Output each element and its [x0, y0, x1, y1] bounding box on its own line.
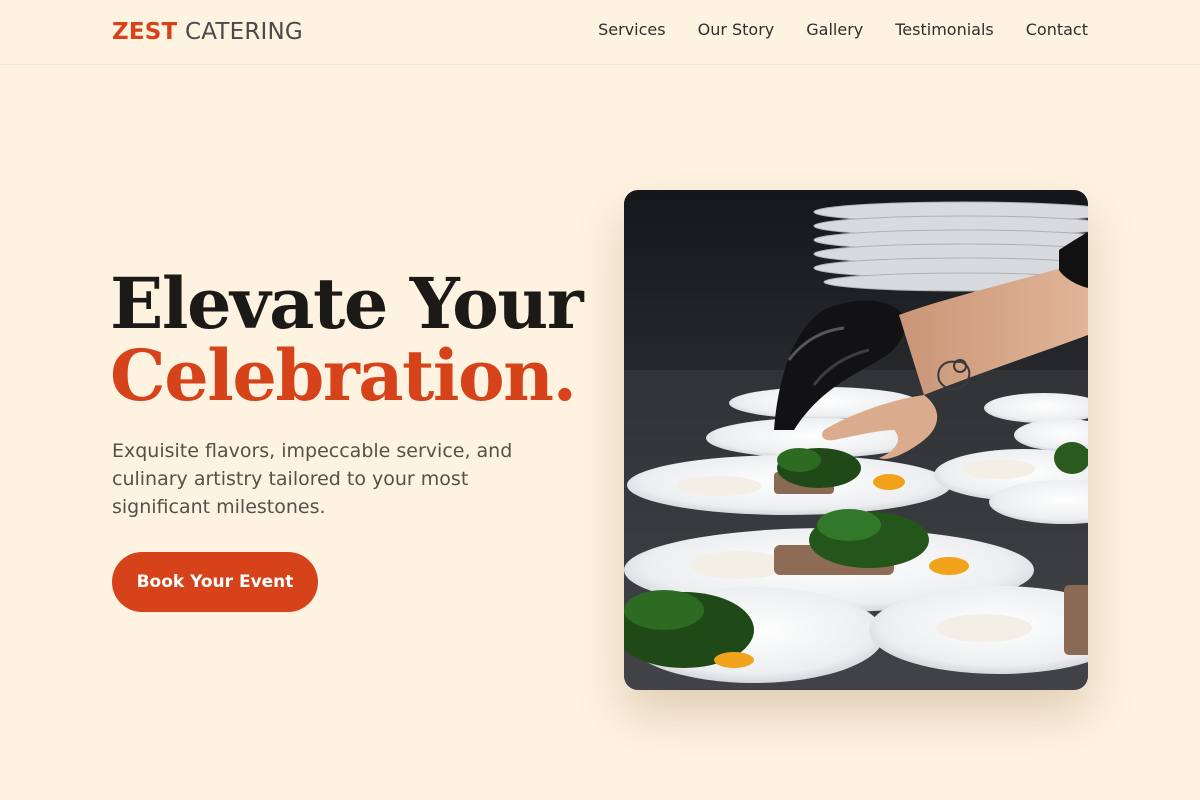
hero-image: [624, 190, 1088, 690]
nav-link-services[interactable]: Services: [598, 20, 665, 40]
site-header: ZEST CATERING Services Our Story Gallery…: [0, 0, 1200, 65]
nav-link-contact[interactable]: Contact: [1026, 20, 1088, 40]
plated-dishes-photo: [624, 190, 1088, 690]
main-nav: Services Our Story Gallery Testimonials …: [598, 20, 1088, 40]
nav-link-testimonials[interactable]: Testimonials: [895, 20, 994, 40]
book-event-button[interactable]: Book Your Event: [112, 552, 318, 612]
hero-title-line2: Celebration.: [110, 334, 577, 417]
page: ZEST CATERING Services Our Story Gallery…: [0, 0, 1200, 800]
nav-link-our-story[interactable]: Our Story: [698, 20, 775, 40]
brand-logo[interactable]: ZEST CATERING: [112, 18, 303, 46]
brand-name-strong: ZEST: [112, 19, 178, 45]
hero-title-line1: Elevate Your: [110, 262, 584, 345]
nav-link-gallery[interactable]: Gallery: [806, 20, 863, 40]
hero-subtitle: Exquisite flavors, impeccable service, a…: [112, 440, 513, 518]
hero-title: Elevate Your Celebration.: [110, 262, 584, 417]
brand-name-light: CATERING: [184, 19, 303, 45]
